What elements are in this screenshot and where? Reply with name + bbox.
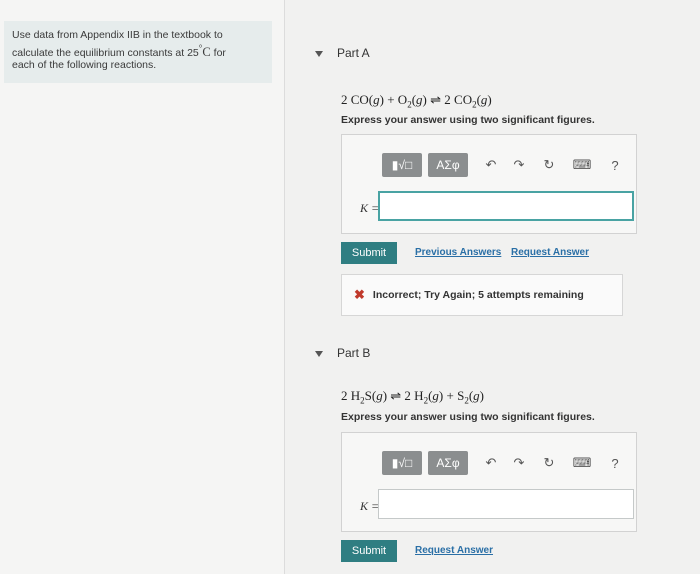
previous-answers-link[interactable]: Previous Answers (415, 247, 501, 258)
reset-icon[interactable]: ↻ (540, 454, 558, 472)
part-a-instruction: Express your answer using two significan… (341, 114, 595, 126)
redo-icon[interactable]: ↷ (510, 454, 528, 472)
instructions-line-1: Use data from Appendix IIB in the textbo… (12, 29, 223, 41)
part-b-answer-box: ▮√□ ΑΣφ ↶ ↷ ↻ ⌨ ? K = (341, 432, 637, 532)
symbols-button[interactable]: ΑΣφ (428, 451, 468, 475)
part-b-instruction: Express your answer using two significan… (341, 411, 595, 423)
incorrect-x-icon: ✖ (354, 287, 365, 302)
undo-icon[interactable]: ↶ (482, 454, 500, 472)
part-b-submit-button[interactable]: Submit (341, 540, 397, 562)
templates-button[interactable]: ▮√□ (382, 451, 422, 475)
redo-icon[interactable]: ↷ (510, 156, 528, 174)
left-panel: Use data from Appendix IIB in the textbo… (0, 0, 285, 574)
feedback-text: Incorrect; Try Again; 5 attempts remaini… (372, 289, 584, 301)
part-b-k-label: K = (360, 499, 380, 513)
help-icon[interactable]: ? (606, 454, 624, 472)
part-a-k-input[interactable] (378, 191, 634, 221)
part-b-k-input[interactable] (378, 489, 634, 519)
instructions-line-3: each of the following reactions. (12, 59, 157, 72)
reset-icon[interactable]: ↻ (540, 156, 558, 174)
instructions-line-2: calculate the equilibrium constants at 2… (12, 42, 226, 59)
keyboard-icon[interactable]: ⌨ (570, 156, 594, 174)
collapse-triangle-icon[interactable] (315, 50, 323, 57)
part-a-header[interactable]: Part A (315, 46, 370, 60)
part-b-math-toolbar: ▮√□ ΑΣφ ↶ ↷ ↻ ⌨ ? (382, 451, 619, 475)
right-panel: Part A 2 CO(g) + O2(g) ⇌ 2 CO2(g) Expres… (285, 0, 700, 574)
part-a-submit-button[interactable]: Submit (341, 242, 397, 264)
part-b-equation: 2 H2S(g) ⇌ 2 H2(g) + S2(g) (341, 388, 484, 406)
part-a-answer-box: ▮√□ ΑΣφ ↶ ↷ ↻ ⌨ ? K = (341, 134, 637, 234)
undo-icon[interactable]: ↶ (482, 156, 500, 174)
part-a-feedback: ✖ Incorrect; Try Again; 5 attempts remai… (341, 274, 623, 316)
collapse-triangle-icon[interactable] (315, 350, 323, 357)
part-a-equation: 2 CO(g) + O2(g) ⇌ 2 CO2(g) (341, 92, 492, 110)
part-a-request-answer-link[interactable]: Request Answer (511, 247, 589, 258)
templates-button[interactable]: ▮√□ (382, 153, 422, 177)
part-b-request-answer-link[interactable]: Request Answer (415, 545, 493, 556)
part-a-math-toolbar: ▮√□ ΑΣφ ↶ ↷ ↻ ⌨ ? (382, 153, 619, 177)
problem-instructions: Use data from Appendix IIB in the textbo… (4, 21, 272, 83)
part-a-title: Part A (337, 46, 370, 60)
keyboard-icon[interactable]: ⌨ (570, 454, 594, 472)
help-icon[interactable]: ? (606, 156, 624, 174)
part-a-k-label: K = (360, 201, 380, 215)
part-b-header[interactable]: Part B (315, 346, 370, 360)
symbols-button[interactable]: ΑΣφ (428, 153, 468, 177)
part-b-title: Part B (337, 346, 371, 360)
